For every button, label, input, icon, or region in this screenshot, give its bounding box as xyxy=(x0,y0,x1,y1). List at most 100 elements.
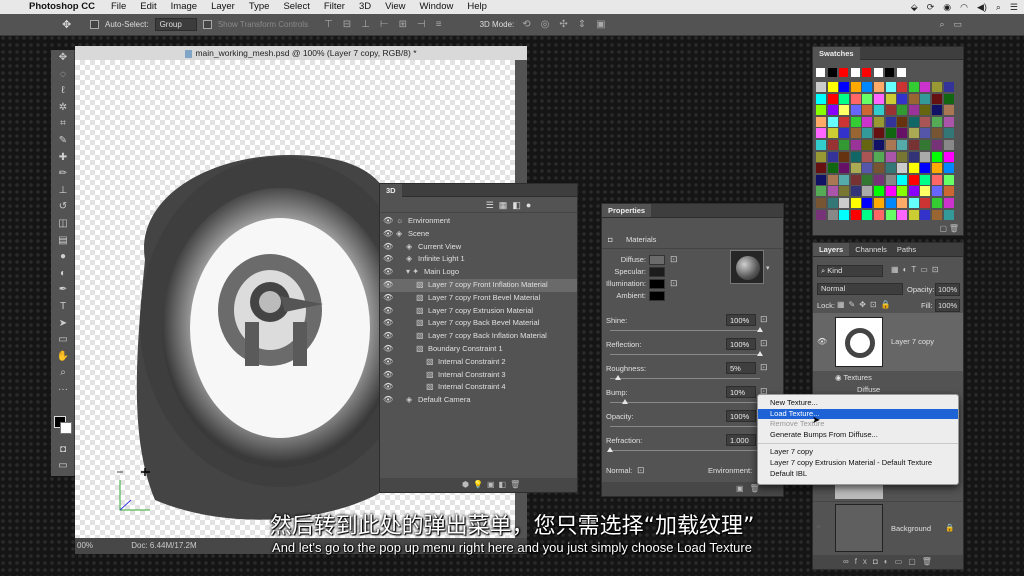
color-swatch[interactable] xyxy=(932,116,942,127)
background-color-swatch[interactable] xyxy=(60,422,72,434)
color-swatch[interactable] xyxy=(850,163,861,174)
color-swatch[interactable] xyxy=(839,128,850,139)
roughness-slider[interactable] xyxy=(610,375,760,380)
color-swatch[interactable] xyxy=(885,151,896,162)
color-swatch[interactable] xyxy=(827,68,837,77)
menu-select[interactable]: Select xyxy=(276,0,316,14)
color-swatch[interactable] xyxy=(908,151,919,162)
shine-slider-knob[interactable] xyxy=(757,327,763,332)
layer-row-3d[interactable]: 👁 Layer 7 copy xyxy=(813,313,963,371)
color-swatch[interactable] xyxy=(920,209,931,220)
specular-color[interactable] xyxy=(649,267,665,277)
color-swatch[interactable] xyxy=(897,105,908,116)
3d-roll-icon[interactable]: ◎ xyxy=(541,19,550,30)
fx-icon[interactable]: fx xyxy=(855,557,873,566)
pixel-filter-icon[interactable]: ▦ xyxy=(891,265,903,274)
color-swatch[interactable] xyxy=(943,82,954,92)
color-swatch[interactable] xyxy=(862,163,873,174)
move-tool-icon[interactable]: ✥ xyxy=(62,18,71,31)
color-swatch[interactable] xyxy=(850,82,861,92)
eye-icon[interactable]: 👁 xyxy=(383,253,393,266)
color-swatch[interactable] xyxy=(862,116,873,127)
opacity-slider[interactable] xyxy=(610,423,763,428)
eye-icon[interactable]: 👁 xyxy=(383,381,393,394)
shine-slider[interactable] xyxy=(610,327,763,332)
color-swatch[interactable] xyxy=(908,128,919,139)
color-swatch[interactable] xyxy=(827,116,838,127)
color-swatch[interactable] xyxy=(839,174,850,185)
color-swatch[interactable] xyxy=(897,140,908,150)
color-swatch[interactable] xyxy=(839,140,850,150)
new-swatch-icon[interactable]: ▢ xyxy=(939,224,947,233)
color-swatch[interactable] xyxy=(816,68,825,77)
color-swatch[interactable] xyxy=(850,105,861,116)
eye-icon[interactable]: 👁 xyxy=(383,215,393,228)
path-select-icon[interactable]: ➤ xyxy=(51,316,75,333)
context-menu-item[interactable]: Load Texture... xyxy=(758,408,958,420)
group-select[interactable]: Group xyxy=(154,18,197,31)
trash-icon[interactable]: 🗑 xyxy=(922,557,938,566)
color-swatch[interactable] xyxy=(932,174,942,185)
filter-materials-icon[interactable]: ◧ xyxy=(512,200,521,210)
color-swatch[interactable] xyxy=(897,174,908,185)
color-swatch[interactable] xyxy=(839,163,850,174)
tab-paths[interactable]: Paths xyxy=(893,243,920,256)
color-swatch[interactable] xyxy=(897,93,908,104)
color-swatch[interactable] xyxy=(850,68,860,77)
search-icon[interactable]: ⌕ xyxy=(939,19,944,30)
blur-tool-icon[interactable]: ● xyxy=(51,249,75,266)
color-swatch[interactable] xyxy=(850,198,861,208)
color-swatch[interactable] xyxy=(920,174,931,185)
record-icon[interactable]: ◉ xyxy=(943,0,951,14)
color-swatch[interactable] xyxy=(885,82,896,92)
eye-icon[interactable]: 👁 xyxy=(383,292,393,305)
color-swatch[interactable] xyxy=(896,68,906,77)
bump-value[interactable]: 10% xyxy=(726,386,756,398)
distribute-icon[interactable]: ≡ xyxy=(436,19,442,30)
3d-tree-item[interactable]: 👁 ▾ ✦ Main Logo xyxy=(380,266,577,279)
material-preview[interactable] xyxy=(730,250,764,284)
mask-icon[interactable]: ◘ xyxy=(873,557,884,566)
history-brush-icon[interactable]: ↺ xyxy=(51,199,75,216)
color-swatch[interactable] xyxy=(885,68,894,77)
3d-tree-item[interactable]: 👁 ◈ Infinite Light 1 xyxy=(380,253,577,266)
color-swatch[interactable] xyxy=(827,209,838,220)
color-swatch[interactable] xyxy=(897,198,908,208)
crop-tool-icon[interactable]: ⌗ xyxy=(51,116,75,133)
color-swatch[interactable] xyxy=(862,209,873,220)
menu-filter[interactable]: Filter xyxy=(317,0,352,14)
color-swatch[interactable] xyxy=(839,151,850,162)
color-swatch[interactable] xyxy=(920,82,931,92)
color-swatch[interactable] xyxy=(850,151,861,162)
list-icon[interactable]: ☰ xyxy=(1010,0,1018,14)
color-swatch[interactable] xyxy=(874,163,884,174)
workspace-icon[interactable]: ▭ xyxy=(953,19,962,30)
group-icon[interactable]: ▭ xyxy=(895,557,909,566)
screen-mode-icon[interactable]: ▭ xyxy=(51,458,75,475)
context-menu-item[interactable]: Layer 7 copy Extrusion Material - Defaul… xyxy=(758,458,958,469)
color-swatch[interactable] xyxy=(874,82,884,92)
eyedropper-icon[interactable]: ✎ xyxy=(51,133,75,150)
auto-select-checkbox[interactable] xyxy=(90,20,99,29)
color-swatch[interactable] xyxy=(897,151,908,162)
color-swatch[interactable] xyxy=(920,163,931,174)
color-swatch[interactable] xyxy=(885,105,896,116)
menu-edit[interactable]: Edit xyxy=(133,0,163,14)
type-filter-icon[interactable]: T xyxy=(911,265,920,274)
color-swatch[interactable] xyxy=(839,105,850,116)
color-swatch[interactable] xyxy=(816,140,826,150)
dodge-tool-icon[interactable]: ◐ xyxy=(51,266,75,283)
roughness-value[interactable]: 5% xyxy=(726,362,756,374)
color-swatch[interactable] xyxy=(874,128,884,139)
color-swatch[interactable] xyxy=(839,116,850,127)
filter-lights-icon[interactable]: ● xyxy=(526,200,531,210)
color-swatch[interactable] xyxy=(827,140,838,150)
diffuse-texture-label[interactable]: Diffuse xyxy=(857,385,880,394)
menu-help[interactable]: Help xyxy=(460,0,494,14)
menu-window[interactable]: Window xyxy=(413,0,461,14)
color-swatch[interactable] xyxy=(932,198,942,208)
3d-tree-item[interactable]: 👁 ▧ Layer 7 copy Extrusion Material xyxy=(380,305,577,318)
color-swatch[interactable] xyxy=(850,186,861,197)
layer-name[interactable]: Layer 7 copy xyxy=(891,337,934,346)
stamp-tool-icon[interactable]: ⊥ xyxy=(51,183,75,200)
